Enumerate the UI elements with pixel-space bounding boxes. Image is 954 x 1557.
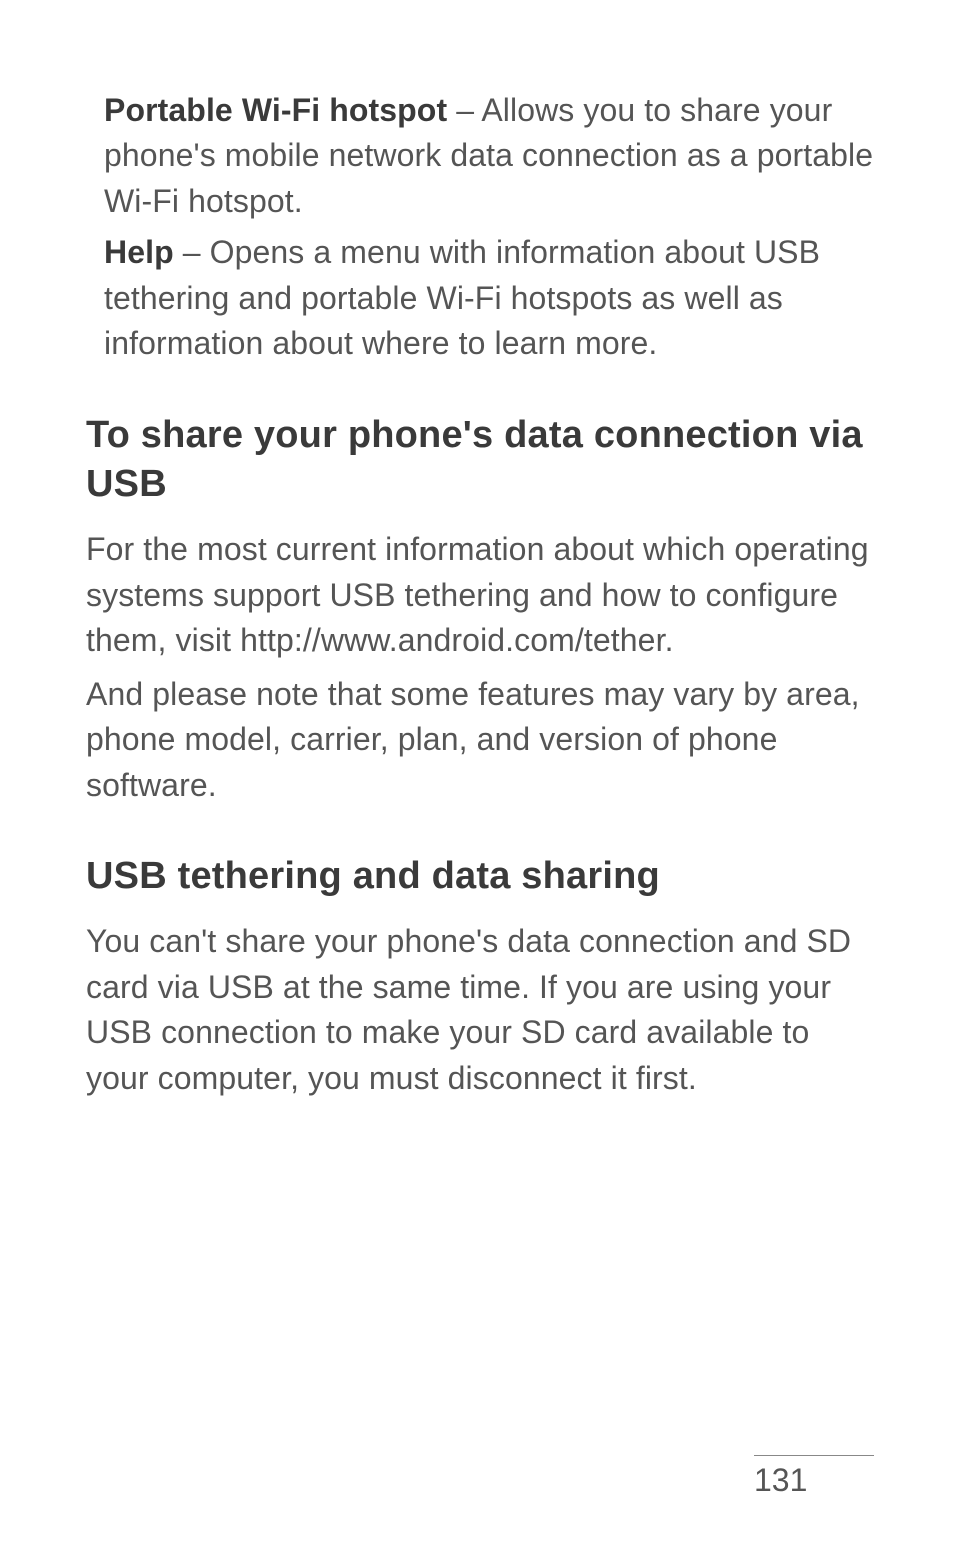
help-paragraph: Help – Opens a menu with information abo… [104,230,878,366]
page-number-rule [754,1455,874,1456]
hotspot-label: Portable Wi-Fi hotspot [104,92,447,128]
page-number-block: 131 [754,1455,874,1499]
hotspot-paragraph: Portable Wi-Fi hotspot – Allows you to s… [104,88,878,224]
section1-para1: For the most current information about w… [86,527,878,663]
section2-para1: You can't share your phone's data connec… [86,919,878,1101]
heading-usb-tethering: USB tethering and data sharing [86,852,878,901]
intro-indent-block: Portable Wi-Fi hotspot – Allows you to s… [86,88,878,367]
heading-share-usb: To share your phone's data connection vi… [86,411,878,510]
help-text: – Opens a menu with information about US… [104,234,820,361]
page-container: Portable Wi-Fi hotspot – Allows you to s… [0,0,954,1557]
section1-para2: And please note that some features may v… [86,672,878,808]
page-number-text: 131 [754,1462,807,1498]
help-label: Help [104,234,174,270]
